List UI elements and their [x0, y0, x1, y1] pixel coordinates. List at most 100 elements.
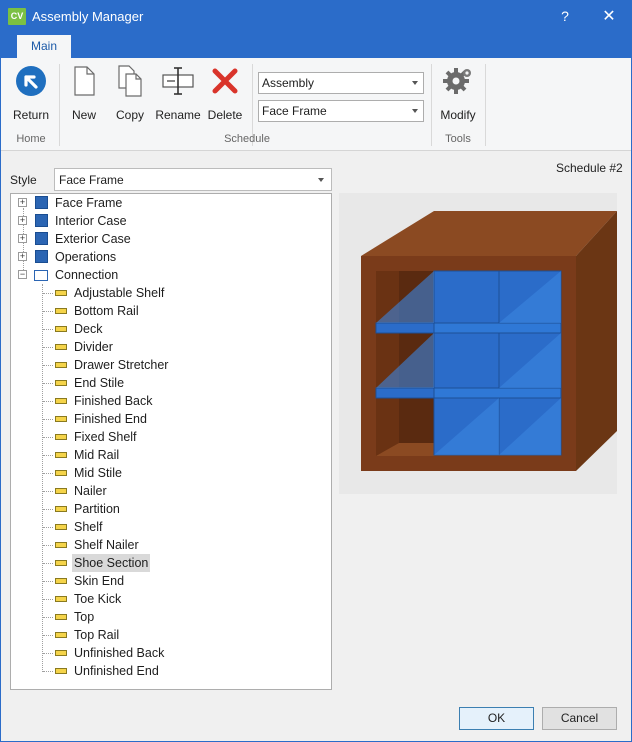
- tree-connector: [43, 473, 53, 474]
- tree-connector: [43, 347, 53, 348]
- part-icon: [55, 434, 67, 440]
- tree-node-drawer-stretcher[interactable]: Drawer Stretcher: [11, 356, 331, 374]
- tree-node-finished-end[interactable]: Finished End: [11, 410, 331, 428]
- part-icon: [55, 488, 67, 494]
- tree-node-mid-stile[interactable]: Mid Stile: [11, 464, 331, 482]
- tree-node-label: Deck: [74, 322, 103, 336]
- title-bar: CV Assembly Manager ? ✕: [1, 1, 631, 32]
- tree-node-finished-back[interactable]: Finished Back: [11, 392, 331, 410]
- tree-node-nailer[interactable]: Nailer: [11, 482, 331, 500]
- tree-connector: [43, 671, 53, 672]
- tab-main[interactable]: Main: [17, 35, 71, 58]
- tree-node-unfinished-end[interactable]: Unfinished End: [11, 662, 331, 680]
- tree-node-interior-case[interactable]: + Interior Case: [11, 212, 331, 230]
- part-icon: [55, 344, 67, 350]
- tree-node-shoe-section[interactable]: Shoe Section: [11, 554, 331, 572]
- new-button[interactable]: New: [65, 64, 103, 122]
- tree-connector: [43, 527, 53, 528]
- delete-button[interactable]: Delete: [205, 64, 245, 122]
- tree-node-top-rail[interactable]: Top Rail: [11, 626, 331, 644]
- tree-connector: [43, 437, 53, 438]
- tree-connector: [43, 653, 53, 654]
- tree-node-toe-kick[interactable]: Toe Kick: [11, 590, 331, 608]
- chevron-down-icon: [318, 178, 324, 182]
- tree-node-label: Partition: [74, 502, 120, 516]
- tree-node-deck[interactable]: Deck: [11, 320, 331, 338]
- tree-node-label: Divider: [74, 340, 113, 354]
- tree-node-label: Finished Back: [74, 394, 153, 408]
- tree-node-label: Unfinished Back: [74, 646, 165, 660]
- part-icon: [55, 308, 67, 314]
- tree-connector: [43, 491, 53, 492]
- rename-label: Rename: [155, 108, 201, 122]
- tree-node-mid-rail[interactable]: Mid Rail: [11, 446, 331, 464]
- copy-button[interactable]: Copy: [111, 64, 149, 122]
- collapse-minus-icon[interactable]: −: [18, 270, 27, 279]
- rename-icon: [162, 67, 194, 95]
- tree-node-label: Toe Kick: [74, 592, 122, 606]
- expand-plus-icon[interactable]: +: [18, 252, 27, 261]
- cancel-button[interactable]: Cancel: [542, 707, 617, 730]
- rename-button[interactable]: Rename: [155, 64, 201, 122]
- tree-node-top[interactable]: Top: [11, 608, 331, 626]
- schedule-number-label: Schedule #2: [556, 161, 623, 175]
- tree-node-shelf[interactable]: Shelf: [11, 518, 331, 536]
- assembly-tree[interactable]: + Face Frame + Interior Case + Exterior …: [10, 193, 332, 690]
- part-icon: [55, 578, 67, 584]
- return-label: Return: [12, 108, 50, 122]
- tree-node-bottom-rail[interactable]: Bottom Rail: [11, 302, 331, 320]
- window-title: Assembly Manager: [32, 9, 144, 24]
- assembly-type-select[interactable]: Assembly: [258, 72, 424, 94]
- tree-node-skin-end[interactable]: Skin End: [11, 572, 331, 590]
- assembly-style-select[interactable]: Face Frame: [258, 100, 424, 122]
- expand-plus-icon[interactable]: +: [18, 234, 27, 243]
- return-icon: [16, 66, 46, 96]
- modify-label: Modify: [440, 108, 476, 122]
- tree-connector: [43, 365, 53, 366]
- tree-node-partition[interactable]: Partition: [11, 500, 331, 518]
- return-button[interactable]: Return: [9, 64, 53, 122]
- tree-node-label: Fixed Shelf: [74, 430, 137, 444]
- part-icon: [55, 470, 67, 476]
- folder-icon: [35, 214, 48, 227]
- close-button[interactable]: ✕: [589, 1, 629, 32]
- tree-node-unfinished-back[interactable]: Unfinished Back: [11, 644, 331, 662]
- tree-node-exterior-case[interactable]: + Exterior Case: [11, 230, 331, 248]
- tree-node-end-stile[interactable]: End Stile: [11, 374, 331, 392]
- expand-plus-icon[interactable]: +: [18, 198, 27, 207]
- style-select[interactable]: Face Frame: [54, 168, 332, 191]
- tree-node-label: Unfinished End: [74, 664, 159, 678]
- tree-node-label: Connection: [55, 268, 119, 282]
- modify-button[interactable]: Modify: [437, 64, 479, 122]
- tree-node-shelf-nailer[interactable]: Shelf Nailer: [11, 536, 331, 554]
- tree-node-divider[interactable]: Divider: [11, 338, 331, 356]
- group-label-schedule: Schedule: [224, 133, 270, 145]
- group-separator: [59, 64, 60, 146]
- tree-node-label: Bottom Rail: [74, 304, 139, 318]
- part-icon: [55, 362, 67, 368]
- tree-connector: [43, 401, 53, 402]
- tree-node-operations[interactable]: + Operations: [11, 248, 331, 266]
- new-document-icon: [74, 66, 95, 96]
- tree-node-label: Adjustable Shelf: [74, 286, 165, 300]
- chevron-down-icon: [412, 109, 418, 113]
- tree-node-label: Drawer Stretcher: [74, 358, 169, 372]
- part-icon: [55, 614, 67, 620]
- part-icon: [55, 668, 67, 674]
- part-icon: [55, 290, 67, 296]
- tree-node-face-frame[interactable]: + Face Frame: [11, 194, 331, 212]
- tree-node-label: Top Rail: [74, 628, 120, 642]
- part-icon: [55, 452, 67, 458]
- part-icon: [55, 542, 67, 548]
- tree-node-adjustable-shelf[interactable]: Adjustable Shelf: [11, 284, 331, 302]
- part-icon: [55, 326, 67, 332]
- tree-node-fixed-shelf[interactable]: Fixed Shelf: [11, 428, 331, 446]
- ribbon: Return Home New Copy Rename Delete Assem…: [1, 58, 631, 151]
- help-button[interactable]: ?: [545, 1, 585, 32]
- expand-plus-icon[interactable]: +: [18, 216, 27, 225]
- part-icon: [55, 398, 67, 404]
- ribbon-tab-row: Main: [1, 32, 631, 58]
- ok-button[interactable]: OK: [459, 707, 534, 730]
- tree-node-connection[interactable]: − Connection: [11, 266, 331, 284]
- gear-icon: [443, 68, 471, 94]
